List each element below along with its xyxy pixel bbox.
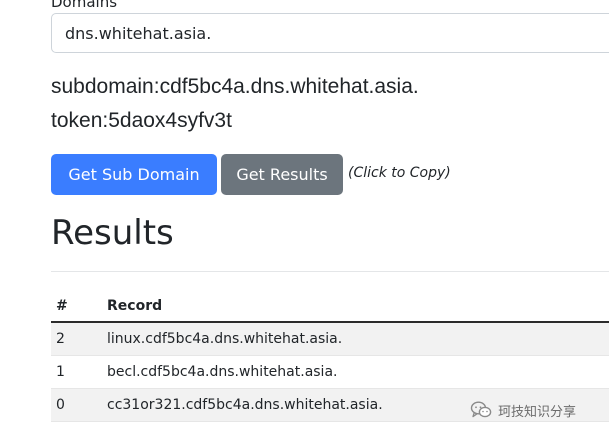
column-header-number: #	[51, 291, 107, 323]
row-number: 2	[51, 322, 107, 356]
row-record: becl.cdf5bc4a.dns.whitehat.asia.	[107, 355, 609, 389]
token-text[interactable]: token:5daox4syfv3t	[51, 109, 232, 133]
watermark: 珂技知识分享	[470, 400, 576, 420]
domain-input[interactable]	[51, 13, 609, 53]
wechat-icon	[470, 401, 492, 419]
table-row: 1 becl.cdf5bc4a.dns.whitehat.asia.	[51, 355, 609, 389]
subdomain-text[interactable]: subdomain:cdf5bc4a.dns.whitehat.asia.	[51, 75, 419, 99]
row-record: linux.cdf5bc4a.dns.whitehat.asia.	[107, 322, 609, 356]
results-heading: Results	[51, 213, 174, 253]
click-to-copy-hint: (Click to Copy)	[348, 165, 451, 181]
table-header-row: # Record	[51, 291, 609, 323]
table-row: 2 linux.cdf5bc4a.dns.whitehat.asia.	[51, 322, 609, 356]
page: Domains subdomain:cdf5bc4a.dns.whitehat.…	[0, 0, 609, 440]
domains-label: Domains	[51, 0, 118, 11]
watermark-text: 珂技知识分享	[498, 404, 577, 420]
row-number: 1	[51, 355, 107, 389]
get-results-button[interactable]: Get Results	[221, 154, 343, 195]
get-sub-domain-button[interactable]: Get Sub Domain	[51, 154, 217, 195]
divider	[51, 271, 609, 272]
column-header-record: Record	[107, 291, 609, 323]
row-number: 0	[51, 388, 107, 422]
